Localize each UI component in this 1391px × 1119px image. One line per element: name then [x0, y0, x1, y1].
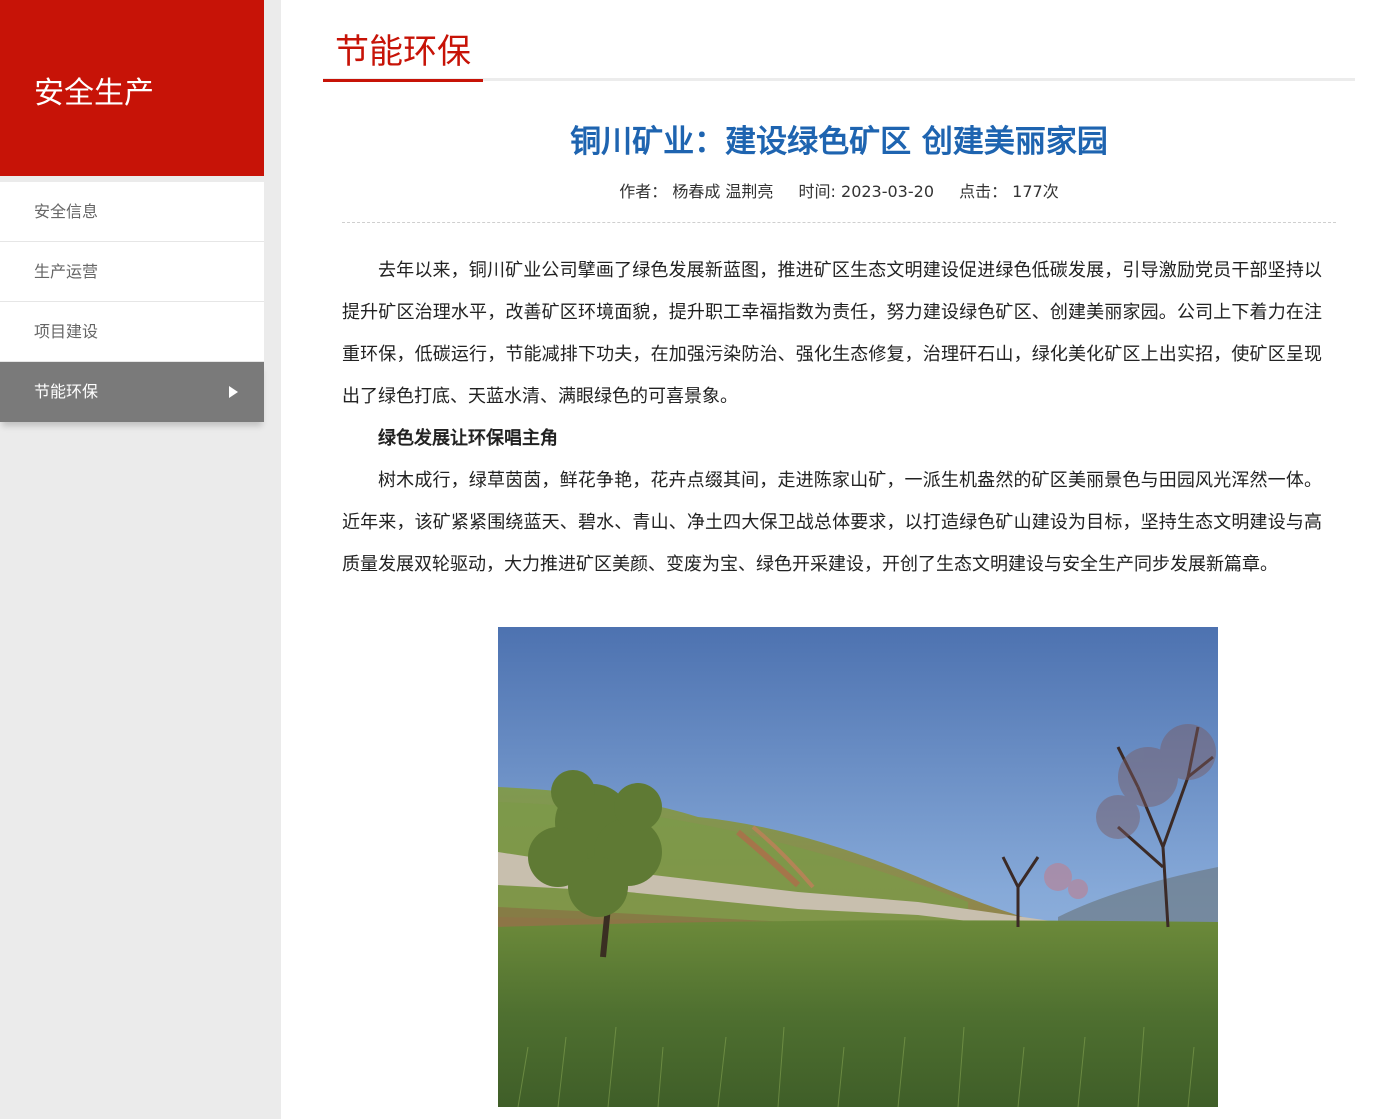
sidebar-menu: 安全信息 生产运营 项目建设 节能环保: [0, 182, 264, 422]
article-meta: 作者： 杨春成 温荆亮 时间: 2023-03-20 点击： 177次: [323, 178, 1355, 202]
sidebar-item-projects[interactable]: 项目建设: [0, 302, 264, 362]
main-content: 节能环保 铜川矿业：建设绿色矿区 创建美丽家园 作者： 杨春成 温荆亮 时间: …: [281, 0, 1391, 1119]
section-title: 节能环保: [323, 24, 483, 82]
article-title: 铜川矿业：建设绿色矿区 创建美丽家园: [570, 124, 1108, 160]
article-photo: [498, 627, 1218, 1107]
sidebar-item-energy-env[interactable]: 节能环保: [0, 362, 264, 422]
sidebar-item-label: 节能环保: [34, 382, 99, 401]
landscape-photo: [498, 627, 1218, 1107]
article-clicks: 点击： 177次: [959, 182, 1059, 201]
article-body: 去年以来，铜川矿业公司擘画了绿色发展新蓝图，推进矿区生态文明建设促进绿色低碳发展…: [342, 250, 1322, 586]
meta-divider: [342, 222, 1336, 223]
sidebar-item-safety-info[interactable]: 安全信息: [0, 182, 264, 242]
paragraph: 去年以来，铜川矿业公司擘画了绿色发展新蓝图，推进矿区生态文明建设促进绿色低碳发展…: [342, 260, 1322, 407]
paragraph: 树木成行，绿草茵茵，鲜花争艳，花卉点缀其间，走进陈家山矿，一派生机盎然的矿区美丽…: [342, 470, 1322, 575]
page: 安全生产 安全信息 生产运营 项目建设 节能环保 节能环保 铜川矿业：建设绿色矿…: [0, 0, 1391, 1119]
article-author: 作者： 杨春成 温荆亮: [619, 182, 774, 201]
arrow-right-icon: [229, 386, 238, 398]
sidebar: 安全生产 安全信息 生产运营 项目建设 节能环保: [0, 0, 264, 422]
paragraph-subheading: 绿色发展让环保唱主角: [378, 428, 558, 449]
article-time: 时间: 2023-03-20: [798, 182, 934, 201]
sidebar-title: 安全生产: [0, 0, 264, 176]
sidebar-item-production[interactable]: 生产运营: [0, 242, 264, 302]
